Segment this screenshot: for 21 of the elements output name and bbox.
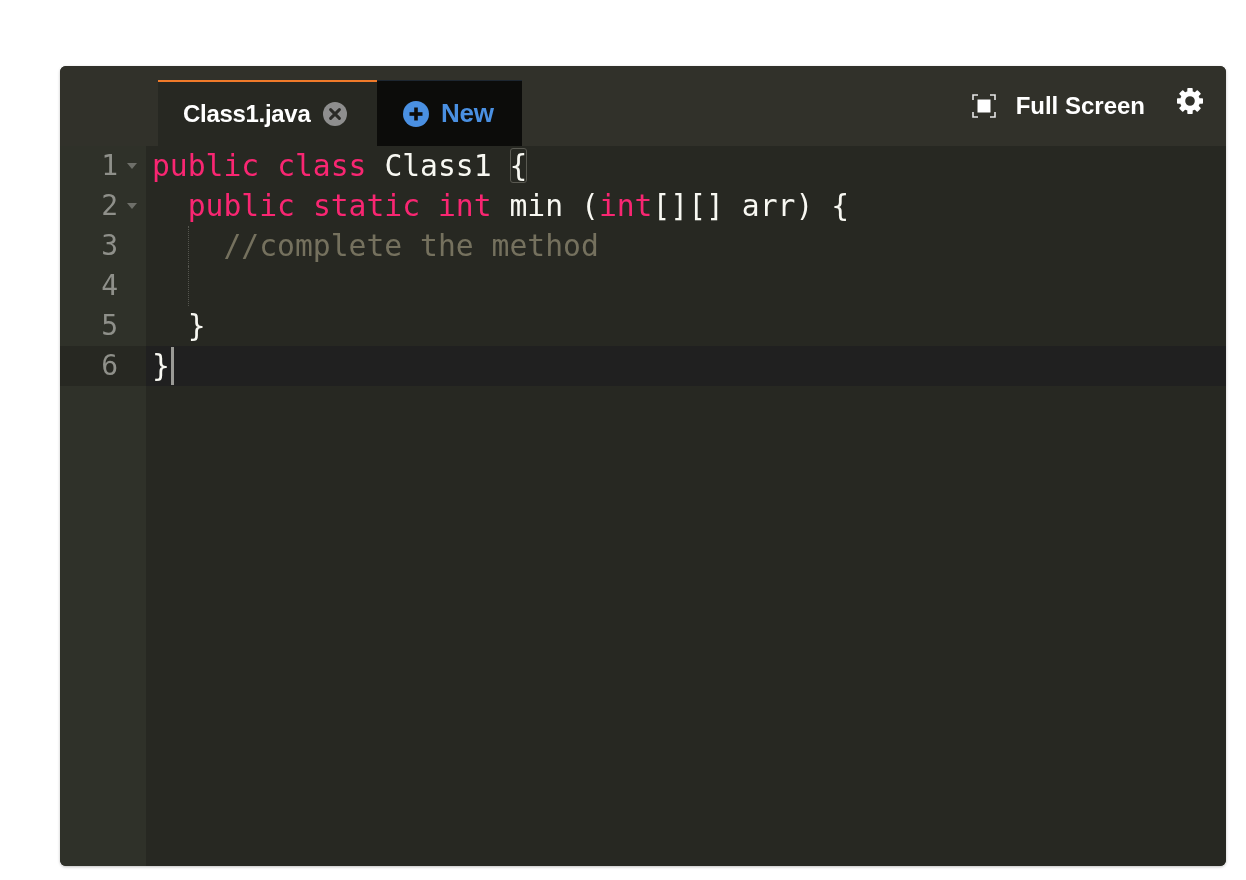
line-number: 5 (101, 308, 118, 344)
full-screen-button[interactable]: Full Screen (971, 92, 1145, 120)
close-icon[interactable] (323, 102, 348, 126)
fold-arrow-icon[interactable] (127, 163, 137, 169)
new-tab-button[interactable]: New (377, 80, 522, 146)
code-line: } (152, 348, 170, 384)
code-line: public class Class1 { (152, 148, 528, 184)
text-cursor (170, 347, 174, 385)
line-number: 3 (101, 228, 118, 264)
code-line: //complete the method (223, 228, 599, 264)
code-line: public static int min (int[][] arr) { (187, 188, 850, 224)
file-tab[interactable]: Class1.java (158, 80, 377, 146)
line-number: 4 (101, 268, 118, 304)
fold-arrow-icon[interactable] (127, 203, 137, 209)
settings-icon[interactable] (1176, 87, 1204, 115)
plus-icon (403, 100, 429, 127)
line-number: 1 (101, 148, 118, 184)
line-number: 6 (101, 348, 118, 384)
fullscreen-icon (971, 94, 996, 118)
code-line: } (187, 308, 206, 344)
line-number: 2 (101, 188, 118, 224)
